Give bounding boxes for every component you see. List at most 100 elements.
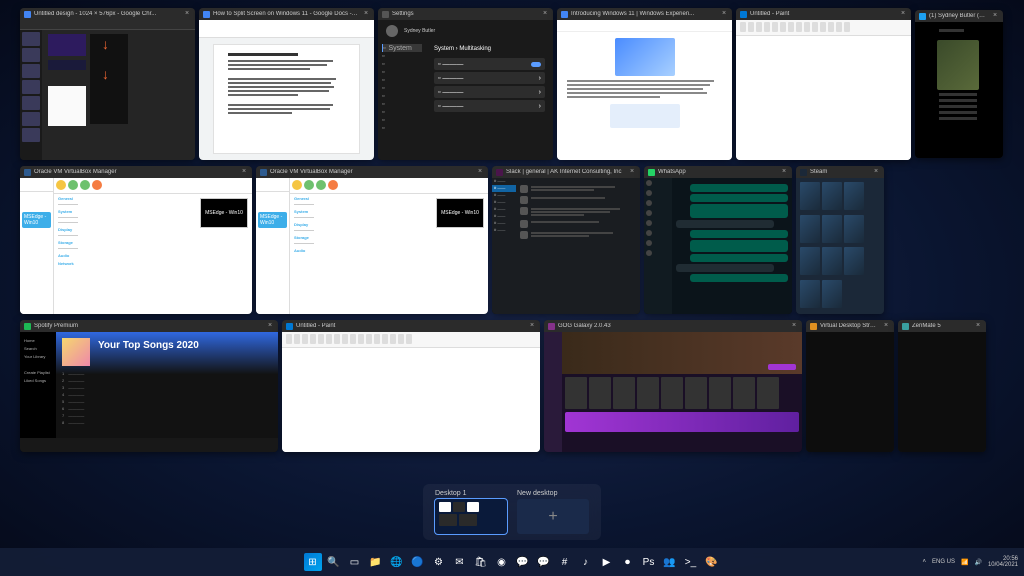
- game-tile[interactable]: [565, 377, 587, 409]
- nav-search[interactable]: Search: [24, 346, 52, 352]
- game-tile[interactable]: [844, 215, 864, 243]
- tray-volume-icon[interactable]: 🔊: [974, 559, 981, 566]
- close-icon[interactable]: ×: [476, 168, 484, 176]
- gog-promo-banner[interactable]: [565, 412, 799, 432]
- taskbar-terminal-icon[interactable]: >_: [682, 553, 700, 571]
- close-icon[interactable]: ×: [240, 168, 248, 176]
- setting-item[interactable]: ▫ ———›: [434, 72, 545, 84]
- tray-date[interactable]: 10/04/2021: [988, 562, 1018, 568]
- taskbar-spotify-icon[interactable]: ♪: [577, 553, 595, 571]
- vm-item-selected[interactable]: MSEdge - Win10: [258, 212, 287, 228]
- game-tile[interactable]: [685, 377, 707, 409]
- nav-bluetooth[interactable]: ▫: [382, 52, 422, 60]
- taskbar-discord-icon[interactable]: 💬: [514, 553, 532, 571]
- window-chrome-article[interactable]: Introducing Windows 11 | Windows Experie…: [557, 8, 732, 160]
- game-tile[interactable]: [822, 280, 842, 308]
- game-tile[interactable]: [637, 377, 659, 409]
- close-icon[interactable]: ×: [183, 10, 191, 18]
- game-tile[interactable]: [733, 377, 755, 409]
- tray-chevron-icon[interactable]: ˄: [922, 559, 926, 565]
- window-twitter[interactable]: (1) Sydney Butler (@Gen... ×: [915, 10, 1003, 158]
- taskbar-steam-icon[interactable]: ◉: [493, 553, 511, 571]
- setting-item[interactable]: ▫ ———›: [434, 86, 545, 98]
- paint-canvas[interactable]: [282, 348, 540, 452]
- nav-home[interactable]: Home: [24, 338, 52, 344]
- game-tile[interactable]: [613, 377, 635, 409]
- game-tile[interactable]: [822, 182, 842, 210]
- taskbar-chrome-icon[interactable]: 🔵: [409, 553, 427, 571]
- toggle-on[interactable]: [531, 62, 541, 67]
- game-tile[interactable]: [822, 247, 842, 275]
- vm-item[interactable]: Windows 10: [22, 194, 51, 210]
- close-icon[interactable]: ×: [780, 168, 788, 176]
- vm-item[interactable]: Windows 10: [258, 194, 287, 210]
- nav-time[interactable]: ▫: [382, 92, 422, 100]
- close-icon[interactable]: ×: [899, 10, 907, 18]
- game-tile[interactable]: [709, 377, 731, 409]
- window-settings[interactable]: Settings × Sydney Butler ▫ System ▫ ▫ ▫ …: [378, 8, 553, 160]
- close-icon[interactable]: ×: [991, 12, 999, 20]
- window-paint-2[interactable]: Untitled - Paint ×: [282, 320, 540, 452]
- paint-canvas[interactable]: [736, 36, 911, 160]
- window-virtual-desktop[interactable]: Virtual Desktop Streamer ×: [806, 320, 894, 452]
- close-icon[interactable]: ×: [541, 10, 549, 18]
- game-tile[interactable]: [757, 377, 779, 409]
- taskbar-edge-icon[interactable]: 🌐: [388, 553, 406, 571]
- window-gog[interactable]: GOG Galaxy 2.0.43 ×: [544, 320, 802, 452]
- taskbar-explorer-icon[interactable]: 📁: [367, 553, 385, 571]
- game-tile[interactable]: [589, 377, 611, 409]
- settings-button[interactable]: [68, 180, 78, 190]
- window-paint-1[interactable]: Untitled - Paint ×: [736, 8, 911, 160]
- window-virtualbox-2[interactable]: Oracle VM VirtualBox Manager × Tools Win…: [256, 166, 488, 314]
- taskbar-paint-icon[interactable]: 🎨: [703, 553, 721, 571]
- now-playing-bar[interactable]: [20, 438, 278, 452]
- taskbar-teams-icon[interactable]: 👥: [661, 553, 679, 571]
- nav-personalize[interactable]: ▫: [382, 68, 422, 76]
- close-icon[interactable]: ×: [872, 168, 880, 176]
- taskbar-mail-icon[interactable]: ✉: [451, 553, 469, 571]
- close-icon[interactable]: ×: [882, 322, 890, 330]
- nav-access[interactable]: ▫: [382, 108, 422, 116]
- start-button[interactable]: [80, 180, 90, 190]
- game-tile[interactable]: [800, 280, 820, 308]
- game-tile[interactable]: [661, 377, 683, 409]
- close-icon[interactable]: ×: [266, 322, 274, 330]
- nav-accounts[interactable]: ▫: [382, 84, 422, 92]
- taskbar-settings-icon[interactable]: ⚙: [430, 553, 448, 571]
- nav-update[interactable]: ▫: [382, 124, 422, 132]
- setting-item[interactable]: ▫ ———›: [434, 100, 545, 112]
- taskbar-search-icon[interactable]: 🔍: [325, 553, 343, 571]
- nav-system[interactable]: ▫ System: [382, 44, 422, 52]
- setting-snap[interactable]: ▫ ———: [434, 58, 545, 70]
- tray-wifi-icon[interactable]: 📶: [961, 559, 968, 566]
- gog-cta-button[interactable]: [768, 364, 796, 370]
- desktop-thumbnail-current[interactable]: Desktop 1: [435, 490, 507, 534]
- close-icon[interactable]: ×: [720, 10, 728, 18]
- close-icon[interactable]: ×: [362, 10, 370, 18]
- game-tile[interactable]: [800, 182, 820, 210]
- discard-button[interactable]: [92, 180, 102, 190]
- close-icon[interactable]: ×: [628, 168, 636, 176]
- tray-language[interactable]: ENG US: [932, 559, 955, 565]
- window-chrome-figma[interactable]: Untitled design - 1024 × 576px - Google …: [20, 8, 195, 160]
- window-virtualbox-1[interactable]: Oracle VM VirtualBox Manager × Tools Win…: [20, 166, 252, 314]
- discard-button[interactable]: [328, 180, 338, 190]
- nav-liked[interactable]: Liked Songs: [24, 378, 52, 384]
- close-icon[interactable]: ×: [790, 322, 798, 330]
- taskbar-task-view-icon[interactable]: ▭: [346, 553, 364, 571]
- gog-hero-banner[interactable]: [562, 332, 802, 374]
- vm-item-selected[interactable]: MSEdge - Win10: [22, 212, 51, 228]
- nav-library[interactable]: Your Library: [24, 354, 52, 360]
- game-tile[interactable]: [822, 215, 842, 243]
- game-tile[interactable]: [800, 247, 820, 275]
- new-vm-button[interactable]: [292, 180, 302, 190]
- window-steam[interactable]: Steam ×: [796, 166, 884, 314]
- taskbar-whatsapp-icon[interactable]: 💬: [535, 553, 553, 571]
- window-google-docs[interactable]: How to Split Screen on Windows 11 - Goog…: [199, 8, 374, 160]
- game-tile[interactable]: [844, 247, 864, 275]
- taskbar-photoshop-icon[interactable]: Ps: [640, 553, 658, 571]
- system-tray[interactable]: ˄ ENG US 📶 🔊 20:56 10/04/2021: [922, 556, 1018, 568]
- window-slack[interactable]: Slack | general | AK Internet Consulting…: [492, 166, 640, 314]
- taskbar-store-icon[interactable]: 🛍: [472, 553, 490, 571]
- window-zenmate[interactable]: ZenMate 5 ×: [898, 320, 986, 452]
